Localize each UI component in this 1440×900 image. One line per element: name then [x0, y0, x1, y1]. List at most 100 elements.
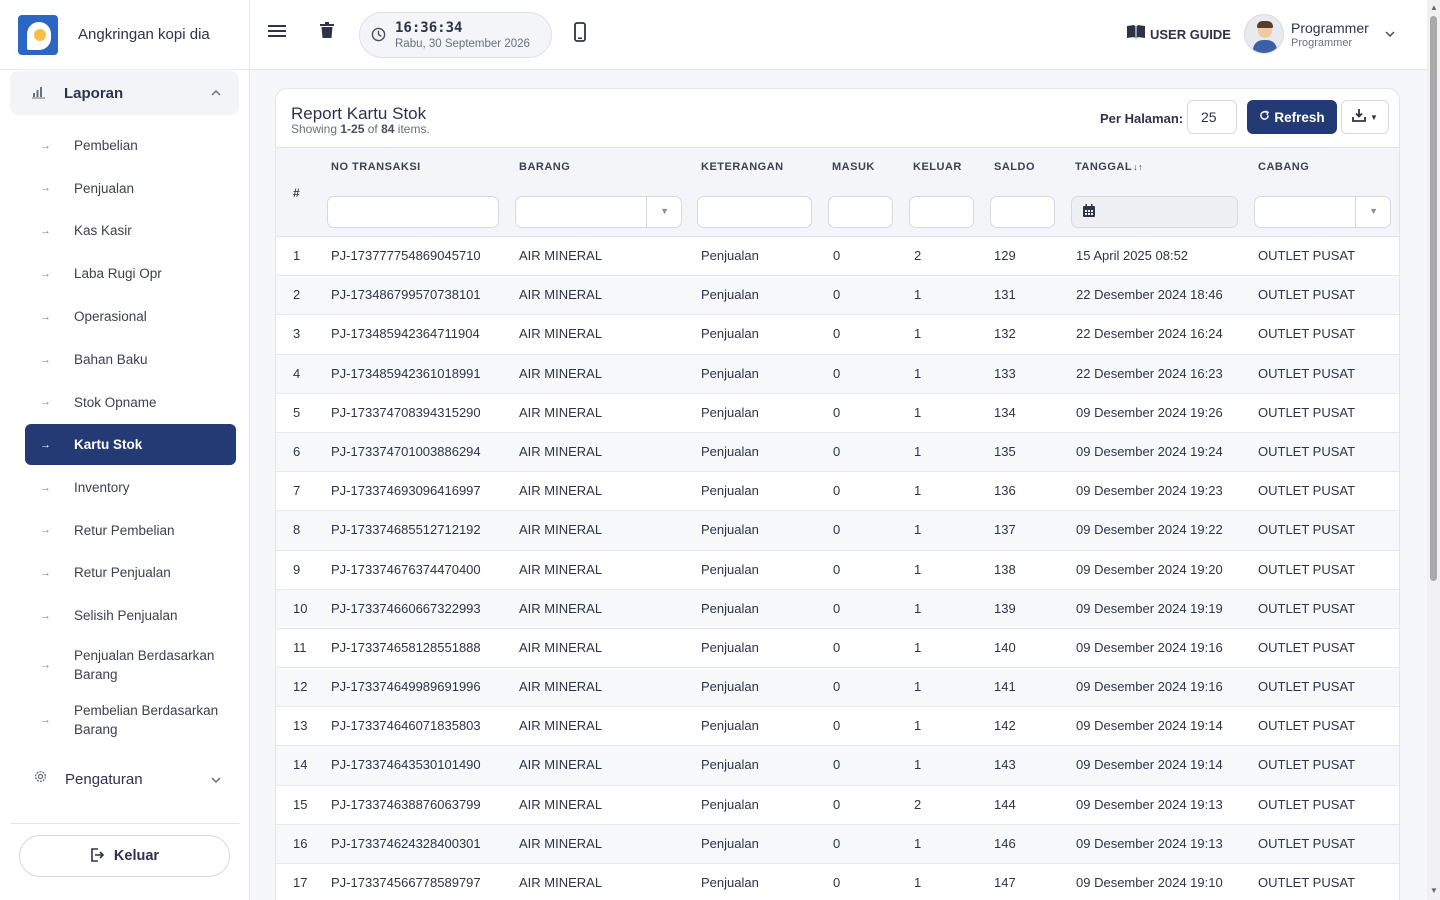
per-page-input[interactable]: 25: [1187, 100, 1237, 134]
user-guide-link[interactable]: USER GUIDE: [1126, 24, 1231, 44]
cell-keluar: 1: [914, 679, 922, 695]
table-row[interactable]: 10 PJ-173374660667322993 AIR MINERAL Penjua…: [276, 589, 1399, 629]
cell-index: 9: [293, 561, 301, 577]
clock-time: 16:36:34: [395, 20, 463, 36]
table-row[interactable]: 9 PJ-173374676374470400 AIR MINERAL Penjual…: [276, 551, 1399, 590]
table-row[interactable]: 16 PJ-173374624328400301 AIR MINERAL Penjua…: [276, 824, 1399, 864]
sidebar-item-operasional[interactable]: → Operasional: [25, 295, 236, 338]
cell-barang: AIR MINERAL: [519, 326, 603, 342]
book-icon: [1126, 24, 1146, 44]
table-row[interactable]: 7 PJ-173374693096416997 AIR MINERAL Penjual…: [276, 472, 1399, 512]
cell-tanggal: 09 Desember 2024 19:23: [1076, 483, 1223, 499]
cell-index: 13: [293, 718, 308, 734]
table-row[interactable]: 8 PJ-173374685512712192 AIR MINERAL Penjual…: [276, 511, 1399, 551]
column-header-no-transaksi[interactable]: NO TRANSAKSI: [331, 161, 421, 173]
sidebar-item-label: Penjualan Berdasarkan Barang: [74, 647, 215, 682]
column-header-saldo[interactable]: SALDO: [994, 161, 1035, 173]
sidebar-item-retur-penjualan[interactable]: → Retur Penjualan: [25, 551, 236, 594]
column-header-masuk[interactable]: MASUK: [832, 161, 875, 173]
sidebar-item-bahan-baku[interactable]: → Bahan Baku: [25, 338, 236, 381]
scroll-down-icon[interactable]: ▼: [1430, 886, 1438, 895]
cell-index: 5: [293, 404, 301, 420]
table-row[interactable]: 4 PJ-173485942361018991 AIR MINERAL Penjual…: [276, 354, 1399, 394]
cell-index: 6: [293, 443, 301, 459]
filter-barang-select[interactable]: ▼: [515, 196, 682, 228]
refresh-label: Refresh: [1274, 109, 1325, 125]
filter-keterangan-input[interactable]: [697, 196, 812, 228]
table-row[interactable]: 3 PJ-173485942364711904 AIR MINERAL Penjual…: [276, 315, 1399, 355]
arrow-right-icon: →: [40, 139, 51, 152]
sidebar-item-inventory[interactable]: → Inventory: [25, 466, 236, 509]
cell-saldo: 134: [994, 404, 1016, 420]
cell-saldo: 141: [994, 679, 1016, 695]
cell-keluar: 1: [914, 718, 922, 734]
sidebar-item-pembelian-berdasarkan-barang[interactable]: → Pembelian Berdasarkan Barang: [25, 692, 236, 747]
cell-saldo: 147: [994, 875, 1016, 890]
table-row[interactable]: 17 PJ-173374566778589797 AIR MINERAL Penjua…: [276, 864, 1399, 900]
sidebar-item-label: Operasional: [74, 309, 147, 324]
sidebar-item-penjualan[interactable]: → Penjualan: [25, 167, 236, 209]
table-row[interactable]: 2 PJ-173486799570738101 AIR MINERAL Penjual…: [276, 276, 1399, 316]
sidebar-item-kas-kasir[interactable]: → Kas Kasir: [25, 209, 236, 252]
refresh-button[interactable]: Refresh: [1247, 100, 1337, 134]
column-header-barang[interactable]: BARANG: [519, 161, 570, 173]
column-header-tanggal[interactable]: TANGGAL↓↑: [1075, 161, 1143, 173]
export-button[interactable]: ▼: [1341, 100, 1389, 134]
sidebar-item-laba-rugi-opr[interactable]: → Laba Rugi Opr: [25, 252, 236, 295]
sidebar-item-penjualan-berdasarkan-barang[interactable]: → Penjualan Berdasarkan Barang: [25, 637, 236, 692]
sidebar-item-kartu-stok[interactable]: → Kartu Stok: [25, 424, 236, 465]
avatar: [1244, 14, 1284, 54]
cell-keterangan: Penjualan: [701, 561, 759, 577]
sidebar-item-label: Kas Kasir: [74, 223, 132, 238]
menu-group-laporan[interactable]: Laporan: [10, 71, 239, 115]
cell-index: 1: [293, 248, 301, 263]
table-row[interactable]: 13 PJ-173374646071835803 AIR MINERAL Penjua…: [276, 707, 1399, 747]
filter-keluar-input[interactable]: [909, 196, 974, 228]
table-row[interactable]: 15 PJ-173374638876063799 AIR MINERAL Penjua…: [276, 786, 1399, 825]
cell-masuk: 0: [833, 718, 841, 734]
filter-saldo-input[interactable]: [990, 196, 1055, 228]
filter-masuk-input[interactable]: [828, 196, 893, 228]
cell-tanggal: 09 Desember 2024 19:16: [1076, 679, 1223, 695]
column-header-keterangan[interactable]: KETERANGAN: [701, 161, 784, 173]
table-row[interactable]: 1 PJ-173777754869045710 AIR MINERAL Penjual…: [276, 237, 1399, 277]
sidebar-item-selisih-penjualan[interactable]: → Selisih Penjualan: [25, 594, 236, 637]
column-header-keluar[interactable]: KELUAR: [913, 161, 962, 173]
table-row[interactable]: 14 PJ-173374643530101490 AIR MINERAL Penjua…: [276, 746, 1399, 786]
page-scrollbar[interactable]: ▲ ▼: [1427, 0, 1440, 900]
scrollbar-thumb[interactable]: [1430, 16, 1437, 581]
cell-saldo: 135: [994, 443, 1016, 459]
cell-saldo: 137: [994, 522, 1016, 538]
trash-icon[interactable]: [320, 22, 334, 43]
cell-cabang: OUTLET PUSAT: [1258, 326, 1356, 342]
cell-no-transaksi: PJ-173374638876063799: [331, 796, 481, 812]
arrow-right-icon: →: [40, 438, 51, 451]
sidebar-item-retur-pembelian[interactable]: → Retur Pembelian: [25, 509, 236, 551]
menu-group-pengaturan[interactable]: Pengaturan: [10, 757, 239, 801]
cell-no-transaksi: PJ-173374646071835803: [331, 718, 481, 734]
brand[interactable]: Angkringan kopi dia: [0, 0, 249, 70]
cell-keterangan: Penjualan: [701, 796, 759, 812]
cell-keluar: 1: [914, 522, 922, 538]
cell-keluar: 1: [914, 287, 922, 303]
cell-saldo: 129: [994, 248, 1016, 263]
table-body: 1 PJ-173777754869045710 AIR MINERAL Penjual…: [276, 237, 1399, 900]
table-row[interactable]: 5 PJ-173374708394315290 AIR MINERAL Penjual…: [276, 394, 1399, 433]
table-row[interactable]: 11 PJ-173374658128551888 AIR MINERAL Penjua…: [276, 629, 1399, 669]
user-menu[interactable]: Programmer Programmer: [1244, 14, 1395, 54]
filter-no-transaksi-input[interactable]: [327, 196, 499, 228]
cell-index: 11: [293, 639, 307, 655]
logout-button[interactable]: Keluar: [19, 835, 230, 877]
filter-cabang-select[interactable]: ▼: [1254, 196, 1391, 228]
menu-icon[interactable]: [268, 22, 286, 43]
table-row[interactable]: 6 PJ-173374701003886294 AIR MINERAL Penjual…: [276, 432, 1399, 473]
column-header-cabang[interactable]: CABANG: [1258, 161, 1309, 173]
cell-tanggal: 09 Desember 2024 19:10: [1076, 875, 1223, 890]
filter-tanggal-daterange[interactable]: [1071, 196, 1238, 228]
mobile-icon[interactable]: [574, 22, 586, 47]
table-row[interactable]: 12 PJ-173374649989691996 AIR MINERAL Penjua…: [276, 668, 1399, 708]
scroll-up-icon[interactable]: ▲: [1430, 3, 1438, 12]
cell-no-transaksi: PJ-173374685512712192: [331, 522, 481, 538]
sidebar-item-pembelian[interactable]: → Pembelian: [25, 124, 236, 167]
sidebar-item-stok-opname[interactable]: → Stok Opname: [25, 381, 236, 423]
